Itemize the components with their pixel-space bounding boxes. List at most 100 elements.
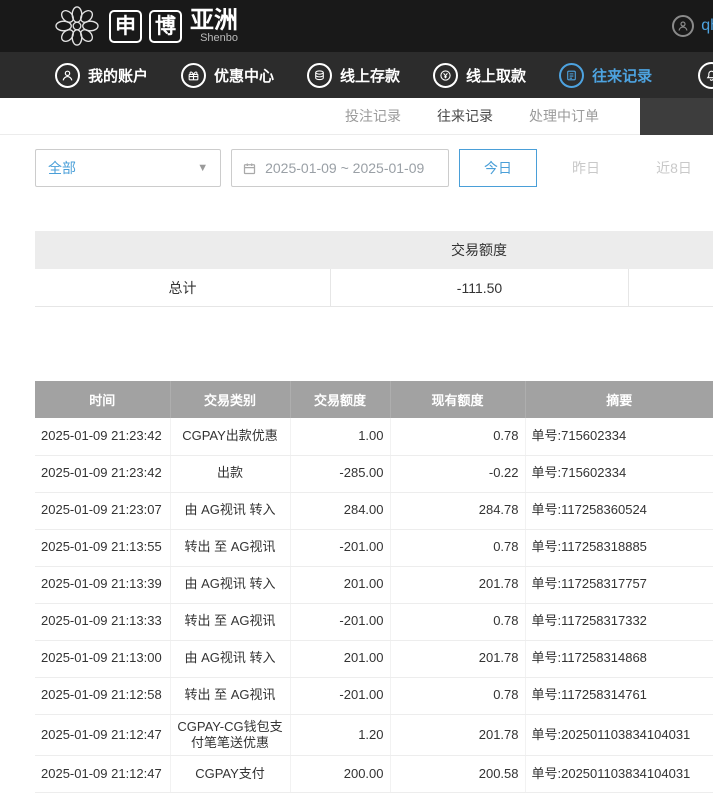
table-row: 2025-01-09 21:12:47 CGPAY支付 200.00 200.5… [35,756,713,793]
tab-betting-records[interactable]: 投注记录 [345,106,401,126]
cell-type: CGPAY出款优惠 [170,418,290,455]
cell-amount: -201.00 [290,529,390,566]
record-tabs: 投注记录 往来记录 处理中订单 [0,98,713,135]
cell-balance: 201.78 [390,714,525,756]
cell-time: 2025-01-09 21:12:47 [35,714,170,756]
cell-type: 由 AG视讯 转入 [170,640,290,677]
main-nav: 我的账户 优惠中心 线上存款 线上取款 [0,52,713,98]
cell-note: 单号:117258314868 [525,640,713,677]
cell-balance: 201.78 [390,640,525,677]
cell-time: 2025-01-09 21:13:33 [35,603,170,640]
calendar-icon [242,161,257,176]
tab-pending-orders[interactable]: 处理中订单 [529,106,599,126]
bell-icon[interactable] [698,62,713,89]
col-header-type: 交易类别 [170,381,290,418]
cell-note: 单号:715602334 [525,455,713,492]
cell-balance: 0.78 [390,418,525,455]
cell-balance: 284.78 [390,492,525,529]
type-select[interactable]: 全部 ▼ [35,149,221,187]
table-row: 2025-01-09 21:13:33 转出 至 AG视讯 -201.00 0.… [35,603,713,640]
cell-time: 2025-01-09 21:13:39 [35,566,170,603]
records-body: 2025-01-09 21:23:42 CGPAY出款优惠 1.00 0.78 … [35,418,713,793]
logo-subtitle: Shenbo [190,33,238,44]
brand-flower-icon [52,5,102,47]
table-row: 2025-01-09 21:23:07 由 AG视讯 转入 284.00 284… [35,492,713,529]
nav-label: 线上取款 [466,65,526,86]
nav-label: 往来记录 [592,65,652,86]
nav-label: 优惠中心 [214,65,274,86]
user-icon [55,63,80,88]
summary-table: 交易额度 总计 -111.50 [35,231,713,307]
cell-amount: -201.00 [290,603,390,640]
logo-char-shen: 申 [109,10,142,43]
table-row: 2025-01-09 21:23:42 出款 -285.00 -0.22 单号:… [35,455,713,492]
nav-label: 我的账户 [88,65,148,86]
cell-amount: 200.00 [290,756,390,793]
col-header-time: 时间 [35,381,170,418]
cell-note: 单号:715602334 [525,418,713,455]
logo-region: 亚洲 [190,8,238,33]
top-header: 申 博 亚洲 Shenbo qh [0,0,713,52]
cell-note: 单号:202501103834104031 [525,756,713,793]
cell-amount: -285.00 [290,455,390,492]
cell-balance: 201.78 [390,566,525,603]
cell-note: 单号:117258317757 [525,566,713,603]
cell-balance: 0.78 [390,529,525,566]
cell-amount: 1.00 [290,418,390,455]
cell-note: 单号:117258317332 [525,603,713,640]
cell-note: 单号:117258314761 [525,677,713,714]
records-table: 时间 交易类别 交易额度 现有额度 摘要 2025-01-09 21:23:42… [35,381,713,793]
tab-transaction-records[interactable]: 往来记录 [437,106,493,126]
nav-label: 线上存款 [340,65,400,86]
date-range-picker[interactable]: 2025-01-09 ~ 2025-01-09 [231,149,449,187]
corner-panel [640,98,713,135]
summary-total-label: 总计 [35,269,330,307]
cell-balance: -0.22 [390,455,525,492]
summary-total-extra [628,269,713,307]
cell-amount: 201.00 [290,640,390,677]
date-range-value: 2025-01-09 ~ 2025-01-09 [265,160,424,176]
cell-type: 转出 至 AG视讯 [170,603,290,640]
nav-item-promotions[interactable]: 优惠中心 [181,63,274,88]
col-header-note: 摘要 [525,381,713,418]
table-row: 2025-01-09 21:13:55 转出 至 AG视讯 -201.00 0.… [35,529,713,566]
filter-bar: 全部 ▼ 2025-01-09 ~ 2025-01-09 今日 昨日 近8日 [35,149,713,187]
cell-time: 2025-01-09 21:23:42 [35,418,170,455]
cell-type: 转出 至 AG视讯 [170,529,290,566]
cell-balance: 0.78 [390,603,525,640]
cell-amount: 284.00 [290,492,390,529]
username-text[interactable]: qh [701,17,713,35]
cell-amount: -201.00 [290,677,390,714]
logo-char-bo: 博 [149,10,182,43]
summary-header-empty [35,231,330,269]
summary-total-row: 总计 -111.50 [35,269,713,307]
user-area[interactable]: qh [672,15,713,37]
cell-time: 2025-01-09 21:23:07 [35,492,170,529]
logo-region-wrap: 亚洲 Shenbo [190,8,238,44]
yesterday-button[interactable]: 昨日 [547,149,625,187]
cell-note: 单号:117258360524 [525,492,713,529]
nav-item-my-account[interactable]: 我的账户 [55,63,148,88]
today-button[interactable]: 今日 [459,149,537,187]
chevron-down-icon: ▼ [197,162,208,174]
gift-icon [181,63,206,88]
cell-time: 2025-01-09 21:13:55 [35,529,170,566]
cell-balance: 0.78 [390,677,525,714]
nav-item-withdraw[interactable]: 线上取款 [433,63,526,88]
withdraw-coin-icon [433,63,458,88]
col-header-amount: 交易额度 [290,381,390,418]
table-row: 2025-01-09 21:13:39 由 AG视讯 转入 201.00 201… [35,566,713,603]
cell-amount: 1.20 [290,714,390,756]
last-8-days-button[interactable]: 近8日 [635,149,713,187]
cell-balance: 200.58 [390,756,525,793]
summary-header-empty-2 [628,231,713,269]
nav-item-deposit[interactable]: 线上存款 [307,63,400,88]
cell-time: 2025-01-09 21:12:47 [35,756,170,793]
deposit-coins-icon [307,63,332,88]
cell-type: 出款 [170,455,290,492]
cell-time: 2025-01-09 21:12:58 [35,677,170,714]
nav-item-transactions[interactable]: 往来记录 [559,63,652,88]
cell-time: 2025-01-09 21:23:42 [35,455,170,492]
table-row: 2025-01-09 21:23:42 CGPAY出款优惠 1.00 0.78 … [35,418,713,455]
cell-type: CGPAY支付 [170,756,290,793]
